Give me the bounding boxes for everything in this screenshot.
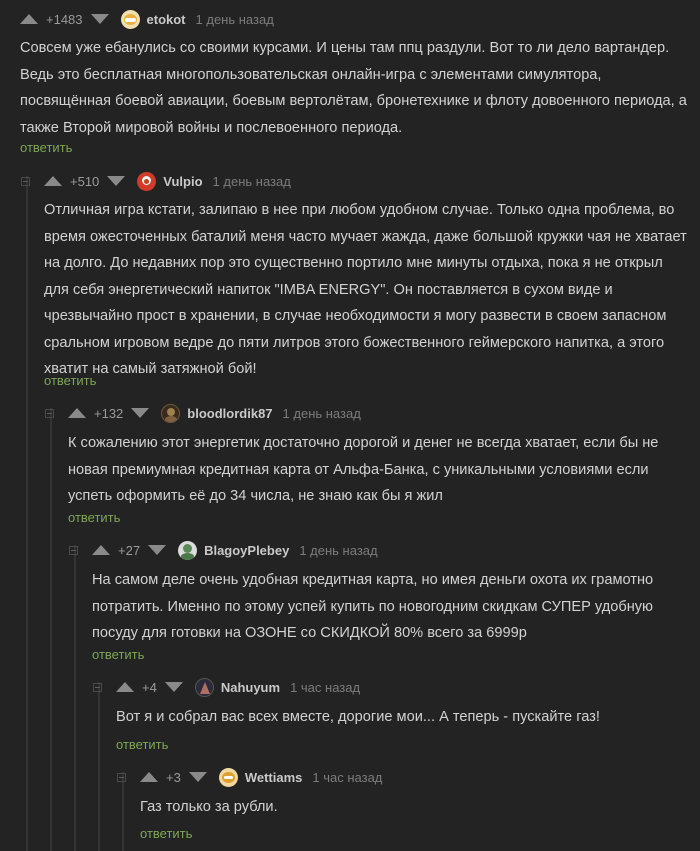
comment-header: +132 bloodlordik87 1 день назад [45, 403, 361, 423]
downvote-icon[interactable] [90, 14, 109, 24]
avatar[interactable] [178, 540, 198, 560]
comment-time: 1 час назад [312, 769, 383, 785]
comment-header: +4 Nahuyum 1 час назад [93, 677, 360, 697]
reply-link[interactable]: ответить [68, 510, 120, 525]
collapse-icon[interactable] [117, 772, 126, 782]
downvote-icon[interactable] [164, 682, 183, 692]
avatar[interactable] [137, 171, 157, 191]
reply-link[interactable]: ответить [20, 140, 72, 155]
comment-rating: +3 [166, 769, 181, 785]
comment-text: Совсем уже ебанулись со своими курсами. … [20, 40, 687, 136]
collapse-icon[interactable] [21, 176, 30, 186]
collapse-icon[interactable] [45, 408, 54, 418]
avatar[interactable] [218, 767, 238, 787]
comment-text: Отличная игра кстати, залипаю в нее при … [44, 202, 687, 377]
comment-header: +510 Vulpio 1 день назад [21, 171, 291, 191]
reply-link[interactable]: ответить [44, 373, 96, 388]
avatar[interactable] [194, 677, 214, 697]
thread-line[interactable] [98, 682, 100, 851]
downvote-icon[interactable] [131, 408, 150, 418]
comment-header: +3 Wettiams 1 час назад [117, 767, 382, 787]
thread-line[interactable] [74, 545, 76, 851]
thread-line[interactable] [50, 408, 52, 851]
comment-time: 1 день назад [212, 173, 291, 189]
comment-time: 1 день назад [282, 405, 361, 421]
comment-header: +27 BlagoyPlebey 1 день назад [69, 540, 378, 560]
avatar[interactable] [161, 403, 181, 423]
comment-rating: +4 [142, 679, 157, 695]
upvote-icon[interactable] [20, 14, 38, 24]
comment-time: 1 день назад [299, 542, 378, 558]
comment-username[interactable]: etokot [147, 12, 186, 27]
upvote-icon[interactable] [140, 772, 158, 782]
comment-username[interactable]: bloodlordik87 [187, 406, 272, 421]
comments-page: { "comments": [ { "rating": "+1483", "us… [0, 0, 700, 851]
comment-text: На самом деле очень удобная кредитная ка… [92, 572, 654, 641]
upvote-icon[interactable] [44, 176, 62, 186]
downvote-icon[interactable] [107, 176, 126, 186]
collapse-icon[interactable] [69, 545, 78, 555]
comment-text: Вот я и собрал вас всех вместе, дорогие … [116, 709, 600, 725]
reply-link[interactable]: ответить [140, 826, 192, 841]
collapse-icon[interactable] [93, 682, 102, 692]
reply-link[interactable]: ответить [116, 737, 168, 752]
upvote-icon[interactable] [116, 682, 134, 692]
avatar[interactable] [120, 9, 140, 29]
comment-time: 1 день назад [195, 11, 274, 27]
reply-link[interactable]: ответить [92, 647, 144, 662]
comment-username[interactable]: Wettiams [245, 770, 303, 785]
comment-username[interactable]: BlagoyPlebey [204, 543, 289, 558]
comment-text: Газ только за рубли. [140, 799, 278, 815]
comment-time: 1 час назад [290, 679, 361, 695]
thread-line[interactable] [26, 176, 28, 851]
comment-rating: +510 [70, 173, 100, 189]
upvote-icon[interactable] [92, 545, 110, 555]
comment-username[interactable]: Vulpio [163, 174, 202, 189]
comment-rating: +132 [94, 405, 124, 421]
upvote-icon[interactable] [68, 408, 86, 418]
comment-rating: +27 [118, 542, 141, 558]
comment-text: К сожалению этот энергетик достаточно до… [68, 435, 659, 504]
comment-rating: +1483 [46, 11, 83, 27]
downvote-icon[interactable] [148, 545, 167, 555]
downvote-icon[interactable] [188, 772, 207, 782]
comment-username[interactable]: Nahuyum [221, 680, 280, 695]
comment-header: +1483 etokot 1 день назад [20, 9, 274, 29]
